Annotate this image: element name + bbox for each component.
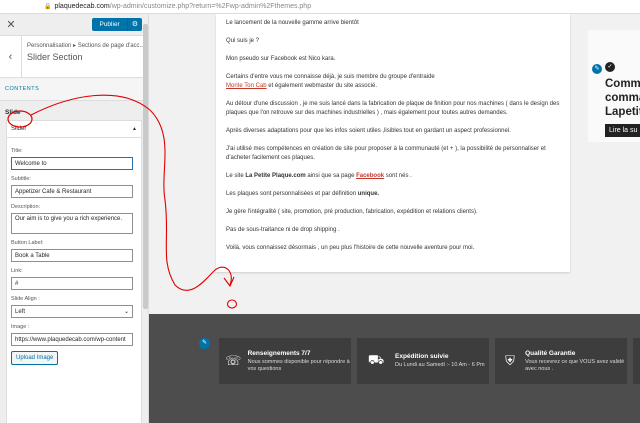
article-paragraph: Le lancement de la nouvelle gamme arrive…	[226, 20, 359, 26]
blog-card-teaser: ✎ ✓ Comm comma Lapetit Lire la su	[588, 30, 640, 142]
link-label: Link:	[11, 268, 23, 274]
url-path: /wp-admin/customize.php?return=%2Fwp-adm…	[109, 3, 312, 10]
edit-pencil-icon[interactable]: ✎	[199, 338, 210, 349]
button-label-input[interactable]: Book a Table	[11, 249, 133, 262]
lock-icon: 🔒	[44, 4, 52, 10]
image-url-input[interactable]: https://www.plaquedecab.com/wp-content	[11, 333, 133, 346]
edit-pencil-icon[interactable]: ✎	[592, 64, 602, 74]
image-label: Image :	[11, 324, 30, 330]
feature-desc: Vous recevrez ce que VOUS avez validé av…	[525, 358, 625, 372]
article-paragraph: Je gère l'intégralité ( site, promotion,…	[226, 209, 478, 215]
about-article: Le lancement de la nouvelle gamme arrive…	[216, 14, 570, 272]
article-paragraph: Voilà, vous connaissez désormais , un pe…	[226, 245, 475, 251]
monte-ton-cab-link[interactable]: Monte Ton Cab	[226, 83, 267, 89]
truck-icon: ⛟	[367, 352, 385, 367]
subtitle-label: Subtitle:	[11, 176, 31, 182]
article-paragraph: Le site La Petite Plaque.com ainsi que s…	[226, 173, 412, 179]
feature-card-partial	[633, 338, 640, 384]
link-input[interactable]: #	[11, 277, 133, 290]
read-more-button[interactable]: Lire la su	[605, 124, 640, 137]
article-paragraph: Les plaques sont personnalisées et par d…	[226, 191, 380, 197]
description-textarea[interactable]: Our aim is to give you a rich experience…	[11, 213, 133, 234]
article-paragraph: Au détour d'une discussion , je me suis …	[226, 101, 560, 116]
publish-button[interactable]: Publier	[92, 18, 127, 31]
breadcrumb: Personnalisation ▸ Sections de page d'ac…	[27, 43, 145, 49]
description-label: Description:	[11, 204, 41, 210]
section-title-block: Personnalisation ▸ Sections de page d'ac…	[22, 36, 145, 77]
publish-group: Publier ⚙	[92, 18, 142, 31]
url-host: plaquedecab.com	[54, 3, 110, 10]
customizer-sidebar: ✕ Publier ⚙ ‹ Personnalisation ▸ Section…	[0, 14, 149, 423]
slide-align-value: Left	[15, 308, 26, 315]
title-input[interactable]: Welcome to	[11, 157, 133, 170]
gear-icon[interactable]: ⚙	[126, 18, 142, 31]
caret-up-icon: ▲	[132, 126, 137, 132]
feature-title: Expédition suivie	[395, 353, 449, 360]
feature-card: ⛟ Expédition suivie Du Lundi au Samedi :…	[357, 338, 489, 384]
chevron-down-icon: ⌄	[123, 309, 129, 315]
slider-fields-panel: Title: Welcome to Subtitle: Appetizer Ca…	[6, 138, 142, 423]
slide-align-select[interactable]: Left ⌄	[11, 305, 133, 318]
facebook-link[interactable]: Facebook	[356, 173, 384, 179]
article-paragraph: Certains d'entre vous me connaisse déjà,…	[226, 74, 435, 89]
feature-desc: Nous sommes disponible pour répondre à v…	[247, 358, 350, 372]
customizer-top-bar: ✕ Publier ⚙	[0, 14, 148, 36]
site-preview: Le lancement de la nouvelle gamme arrive…	[149, 14, 640, 423]
slider-accordion-label: Slider	[11, 126, 27, 132]
slide-align-label: Slide Align :	[11, 296, 40, 302]
feature-card: ☏ Renseignements 7/7 Nous sommes disponi…	[219, 338, 351, 384]
features-band: ✎ ☏ Renseignements 7/7 Nous sommes dispo…	[149, 314, 640, 423]
title-label: Title:	[11, 148, 23, 154]
card-headline: Comm comma Lapetit	[605, 78, 640, 118]
section-title: Slider Section	[27, 52, 83, 62]
slide-group-label: Slide	[5, 109, 21, 116]
article-paragraph: J'ai utilisé mes compétences en création…	[226, 146, 546, 161]
article-paragraph: Pas de sous-traitance ni de drop shippin…	[226, 227, 340, 233]
button-label-label: Button Label:	[11, 240, 44, 246]
article-paragraph: Mon pseudo sur Facebook est Nico kara.	[226, 56, 336, 62]
close-icon[interactable]: ✕	[0, 18, 22, 31]
subtitle-input[interactable]: Appetizer Cafe & Restaurant	[11, 185, 133, 198]
section-header: ‹ Personnalisation ▸ Sections de page d'…	[0, 36, 148, 78]
upload-image-button[interactable]: Upload Image	[11, 351, 59, 365]
feature-desc: Du Lundi au Samedi :- 10 Am - 6 Pm	[395, 362, 485, 368]
slider-accordion-toggle[interactable]: Slider ▲	[6, 120, 142, 138]
phone-check-icon: ☏	[225, 353, 242, 368]
check-icon: ✓	[605, 62, 615, 72]
browser-address-bar[interactable]: 🔒 plaquedecab.com/wp-admin/customize.php…	[0, 0, 640, 14]
article-paragraph: Après diverses adaptations pour que les …	[226, 128, 511, 134]
feature-card: ⛨ Qualité Garantie Vous recevrez ce que …	[495, 338, 627, 384]
sidebar-scrollbar[interactable]	[143, 24, 148, 309]
back-chevron-icon[interactable]: ‹	[0, 36, 22, 77]
shield-check-icon: ⛨	[505, 353, 515, 368]
feature-title: Qualité Garantie	[525, 349, 576, 357]
feature-title: Renseignements 7/7	[247, 349, 311, 357]
contents-tab[interactable]: CONTENTS	[0, 78, 148, 101]
article-paragraph: Qui suis je ?	[226, 38, 260, 44]
